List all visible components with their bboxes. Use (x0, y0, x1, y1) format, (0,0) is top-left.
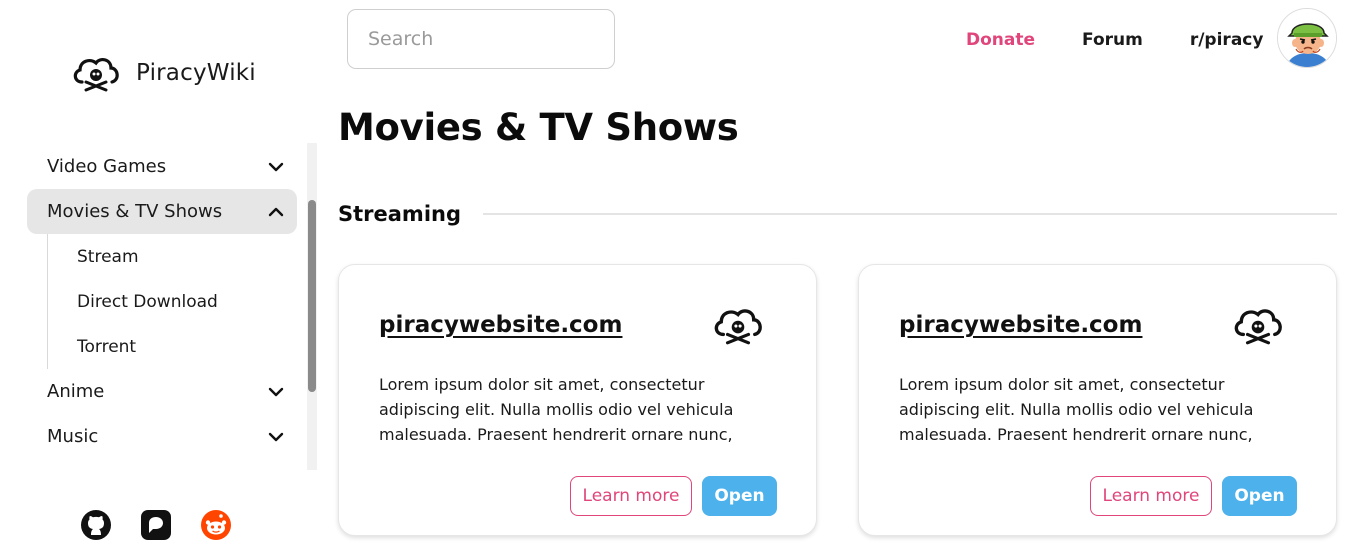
sidebar-item-label: Movies & TV Shows (47, 201, 223, 222)
chevron-up-icon (268, 207, 284, 216)
sidebar-item-music[interactable]: Music (27, 414, 297, 459)
site-card: piracywebsite.com Lorem ipsum dolor sit … (858, 264, 1337, 536)
sidebar-nav: Video Games Movies & TV Shows Stream Dir… (27, 144, 297, 459)
github-icon[interactable] (80, 509, 112, 541)
donate-link[interactable]: Donate (966, 30, 1035, 50)
brand-logo[interactable]: PiracyWiki (70, 52, 256, 94)
top-navigation: Donate Forum r/piracy (966, 30, 1263, 50)
sidebar-item-label: Anime (47, 381, 105, 402)
scrollbar-thumb[interactable] (308, 200, 316, 392)
site-card: piracywebsite.com Lorem ipsum dolor sit … (338, 264, 817, 536)
user-avatar-icon (1278, 9, 1336, 67)
sidebar-subitem-stream[interactable]: Stream (48, 234, 297, 279)
sidebar-item-video-games[interactable]: Video Games (27, 144, 297, 189)
sidebar-submenu: Stream Direct Download Torrent (47, 234, 297, 369)
sidebar-item-label: Video Games (47, 156, 167, 177)
sidebar-item-anime[interactable]: Anime (27, 369, 297, 414)
open-button[interactable]: Open (1222, 476, 1297, 516)
cloud-skull-icon (714, 309, 762, 345)
page-title: Movies & TV Shows (338, 106, 739, 149)
chevron-down-icon (268, 162, 284, 171)
cloud-skull-icon (73, 57, 119, 92)
learn-more-button[interactable]: Learn more (570, 476, 692, 516)
chevron-down-icon (268, 432, 284, 441)
avatar[interactable] (1277, 8, 1337, 68)
subreddit-link[interactable]: r/piracy (1190, 30, 1264, 50)
open-button[interactable]: Open (702, 476, 777, 516)
sidebar-subitem-torrent[interactable]: Torrent (48, 324, 297, 369)
patreon-icon[interactable] (140, 509, 172, 541)
sidebar: PiracyWiki Video Games Movies & TV Shows… (0, 0, 320, 556)
forum-link[interactable]: Forum (1082, 30, 1143, 50)
reddit-icon[interactable] (200, 509, 232, 541)
sidebar-item-label: Music (47, 426, 99, 447)
site-description: Lorem ipsum dolor sit amet, consectetur … (379, 375, 734, 444)
cloud-skull-icon (1234, 309, 1282, 345)
section-header: Streaming (338, 202, 1337, 226)
site-link[interactable]: piracywebsite.com (899, 312, 1142, 338)
site-link[interactable]: piracywebsite.com (379, 312, 622, 338)
sidebar-scrollbar[interactable] (307, 143, 317, 470)
sidebar-item-movies-tv-shows[interactable]: Movies & TV Shows (27, 189, 297, 234)
chevron-down-icon (268, 387, 284, 396)
learn-more-button[interactable]: Learn more (1090, 476, 1212, 516)
brand-name: PiracyWiki (136, 60, 256, 86)
social-links (80, 509, 232, 541)
search-input[interactable] (347, 9, 615, 69)
sidebar-subitem-direct-download[interactable]: Direct Download (48, 279, 297, 324)
site-description: Lorem ipsum dolor sit amet, consectetur … (899, 375, 1254, 444)
section-title: Streaming (338, 202, 461, 226)
section-divider (483, 213, 1337, 215)
